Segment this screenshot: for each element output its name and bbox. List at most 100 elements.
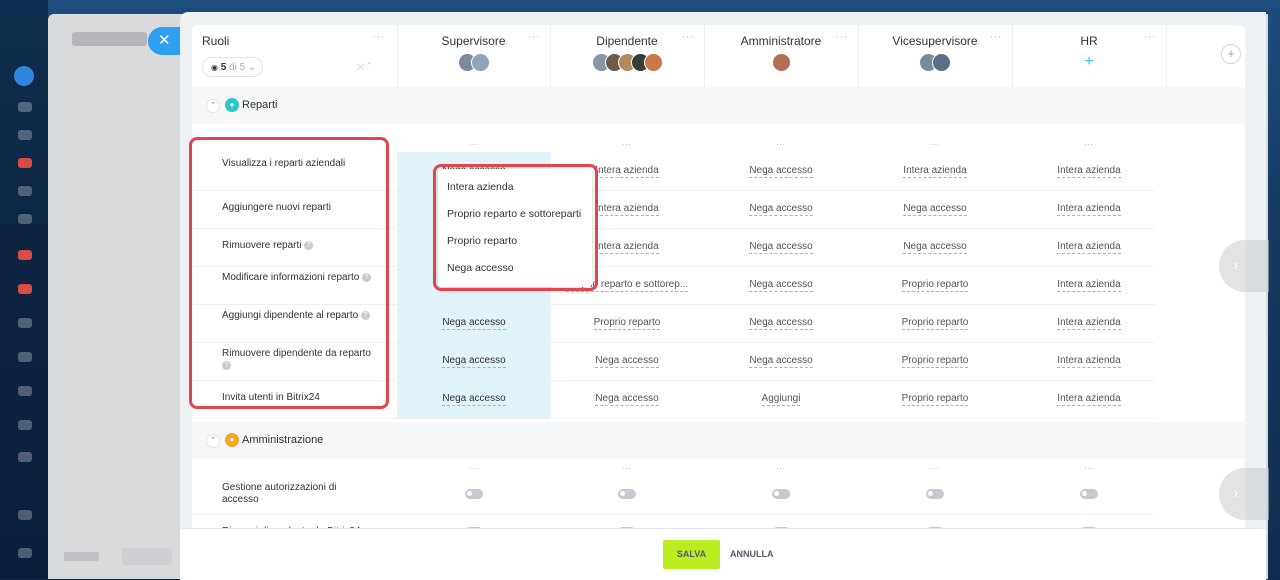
permission-value[interactable]: Nega accesso <box>903 241 967 254</box>
menu-item-icon[interactable] <box>18 130 32 140</box>
menu-item-icon[interactable] <box>18 250 32 260</box>
permission-value[interactable]: Nega accesso <box>749 355 813 368</box>
permission-toggle[interactable] <box>1080 489 1098 500</box>
more-dots-icon[interactable]: ··· <box>528 31 541 43</box>
add-member-icon[interactable]: + <box>1084 53 1093 70</box>
more-dots-icon[interactable]: ··· <box>704 137 857 151</box>
role-header-supervisore[interactable]: Supervisore ··· <box>397 25 551 87</box>
save-button[interactable]: SALVA <box>663 540 720 569</box>
permission-value[interactable]: Nega accesso <box>749 165 813 178</box>
permission-cell[interactable]: Intera azienda <box>1012 380 1166 418</box>
permission-value[interactable]: Intera azienda <box>595 165 659 178</box>
permission-cell[interactable]: Nega accesso <box>858 228 1012 266</box>
menu-item-icon[interactable] <box>18 386 32 396</box>
permission-value[interactable]: Aggiungi <box>761 393 801 406</box>
permission-value[interactable]: Nega accesso <box>749 241 813 254</box>
menu-item-icon[interactable] <box>18 214 32 224</box>
close-slider-button[interactable]: ✕ <box>148 27 182 55</box>
permission-value[interactable]: Intera azienda <box>1057 279 1121 292</box>
permission-value[interactable]: Nega accesso <box>749 203 813 216</box>
permission-cell[interactable]: Nega accesso <box>397 304 551 342</box>
permission-value[interactable]: Intera azienda <box>1057 165 1121 178</box>
permission-cell[interactable]: Intera azienda <box>1012 342 1166 380</box>
permission-value[interactable]: Nega accesso <box>442 355 506 368</box>
permission-cell[interactable]: Intera azienda <box>1012 304 1166 342</box>
permission-toggle[interactable] <box>618 489 636 500</box>
more-dots-icon[interactable]: ··· <box>858 461 1011 475</box>
role-header-amministratore[interactable]: Amministratore ··· <box>704 25 859 87</box>
menu-item-icon[interactable] <box>18 318 32 328</box>
more-dots-icon[interactable]: ··· <box>990 31 1003 43</box>
permission-value[interactable]: Nega accesso <box>442 393 506 406</box>
roles-filter[interactable]: ◉ 5 di 5 ⌄ <box>202 57 263 77</box>
more-dots-icon[interactable]: ··· <box>836 31 849 43</box>
more-dots-icon[interactable]: ··· <box>397 461 550 475</box>
permission-value[interactable]: Intera azienda <box>595 241 659 254</box>
permission-value[interactable]: Nega accesso <box>595 393 659 406</box>
permission-cell[interactable]: Nega accesso <box>704 342 858 380</box>
more-dots-icon[interactable]: ··· <box>550 461 703 475</box>
permission-cell[interactable]: Nega accesso <box>704 152 858 190</box>
permission-toggle[interactable] <box>772 489 790 500</box>
permission-value[interactable]: Nega accesso <box>749 279 813 292</box>
more-dots-icon[interactable]: ··· <box>704 461 857 475</box>
more-dots-icon[interactable]: ··· <box>858 137 1011 151</box>
permission-value[interactable]: Proprio reparto <box>593 317 661 330</box>
permission-cell[interactable]: Nega accesso <box>397 380 551 418</box>
permission-toggle[interactable] <box>926 489 944 500</box>
permission-value[interactable]: Nega accesso <box>903 203 967 216</box>
permission-value[interactable]: Nega accesso <box>442 317 506 330</box>
menu-item-icon[interactable] <box>18 284 32 294</box>
menu-item-icon[interactable] <box>18 452 32 462</box>
role-members[interactable] <box>858 53 1012 73</box>
permission-cell[interactable]: Nega accesso <box>704 190 858 228</box>
permission-cell[interactable]: Nega accesso <box>550 380 704 418</box>
sort-icon[interactable]: ⤫ ⌃ <box>357 62 371 73</box>
more-dots-icon[interactable]: ··· <box>397 137 550 151</box>
permission-cell[interactable]: Proprio reparto <box>858 304 1012 342</box>
menu-item-icon[interactable] <box>18 420 32 430</box>
scroll-right-button[interactable]: › <box>1219 468 1269 520</box>
section-reparti[interactable]: ⌃ ● Reparti <box>192 87 1245 124</box>
role-members[interactable]: + <box>1012 53 1166 73</box>
role-header-dipendente[interactable]: Dipendente ··· <box>550 25 705 87</box>
permission-cell[interactable]: Nega accesso <box>397 342 551 380</box>
permission-cell[interactable]: Proprio reparto <box>550 304 704 342</box>
role-header-hr[interactable]: HR ··· + <box>1012 25 1167 87</box>
role-members[interactable] <box>397 53 550 73</box>
more-dots-icon[interactable]: ··· <box>373 31 386 43</box>
permission-cell[interactable]: Proprio reparto <box>858 342 1012 380</box>
permission-value[interactable]: Proprio reparto <box>901 355 969 368</box>
role-members[interactable] <box>704 53 858 73</box>
permission-value[interactable]: Intera azienda <box>1057 203 1121 216</box>
permission-cell[interactable]: Nega accesso <box>704 266 858 304</box>
cancel-button[interactable]: ANNULLA <box>730 540 774 569</box>
role-members[interactable] <box>550 53 704 73</box>
menu-item-icon[interactable] <box>18 186 32 196</box>
permission-cell[interactable]: Proprio reparto <box>858 266 1012 304</box>
permission-cell[interactable]: Intera azienda <box>1012 152 1166 190</box>
more-dots-icon[interactable]: ··· <box>550 137 703 151</box>
permission-cell[interactable]: Nega accesso <box>550 342 704 380</box>
permission-value[interactable]: Proprio reparto <box>901 279 969 292</box>
menu-item-icon[interactable] <box>18 352 32 362</box>
permission-value[interactable]: Intera azienda <box>1057 241 1121 254</box>
permission-value[interactable]: Nega accesso <box>595 355 659 368</box>
menu-item-icon[interactable] <box>14 66 34 86</box>
permission-value[interactable]: Intera azienda <box>1057 393 1121 406</box>
permission-cell[interactable]: Aggiungi <box>704 380 858 418</box>
permission-cell[interactable]: Nega accesso <box>704 304 858 342</box>
permission-value[interactable]: Proprio reparto <box>901 393 969 406</box>
permission-cell[interactable]: Intera azienda <box>1012 190 1166 228</box>
menu-item-icon[interactable] <box>18 510 32 520</box>
menu-item-icon[interactable] <box>18 158 32 168</box>
permission-cell[interactable]: Nega accesso <box>704 228 858 266</box>
more-dots-icon[interactable]: ··· <box>682 31 695 43</box>
chevron-up-icon[interactable]: ⌃ <box>206 434 220 448</box>
permission-toggle[interactable] <box>465 489 483 500</box>
scroll-right-button[interactable]: › <box>1219 240 1269 292</box>
menu-item-icon[interactable] <box>18 102 32 112</box>
permission-value[interactable]: Intera azienda <box>595 203 659 216</box>
more-dots-icon[interactable]: ··· <box>1144 31 1157 43</box>
more-dots-icon[interactable]: ··· <box>1012 461 1165 475</box>
